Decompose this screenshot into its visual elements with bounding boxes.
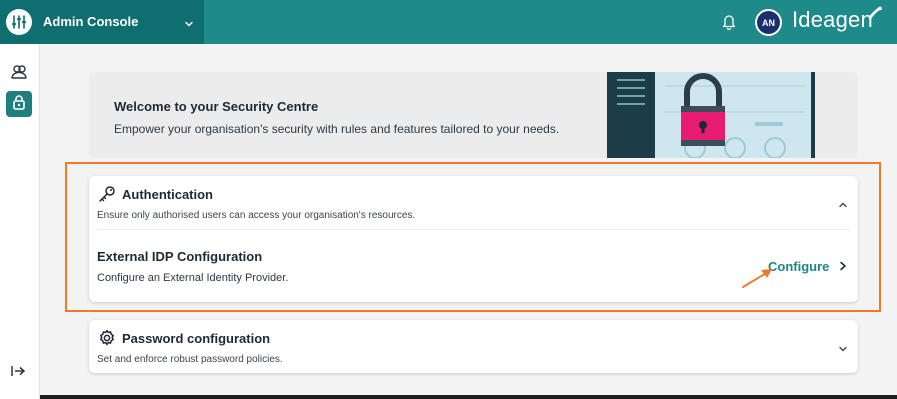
chevron-down-icon[interactable]	[838, 341, 848, 359]
admin-console-logo-icon	[6, 9, 32, 35]
sidebar-item-security[interactable]	[6, 91, 32, 117]
chevron-right-icon	[839, 259, 847, 274]
password-description: Set and enforce robust password policies…	[97, 354, 283, 365]
app-title: Admin Console	[43, 14, 139, 29]
avatar-initials: AN	[757, 11, 780, 34]
users-icon[interactable]	[10, 64, 28, 85]
brand-logo: Ideagen	[792, 7, 873, 32]
chevron-up-icon[interactable]	[838, 197, 848, 215]
app-switcher[interactable]: Admin Console	[0, 0, 204, 44]
configure-label: Configure	[768, 259, 830, 274]
chevron-down-icon	[184, 16, 194, 34]
divider	[97, 229, 850, 230]
security-illustration-icon	[605, 72, 817, 163]
expand-icon[interactable]	[10, 364, 26, 382]
external-idp-description: Configure an External Identity Provider.	[97, 272, 289, 284]
gear-icon	[98, 329, 116, 352]
password-title: Password configuration	[122, 331, 271, 346]
sidebar	[0, 44, 40, 399]
bottom-edge	[40, 395, 897, 399]
welcome-banner: Welcome to your Security Centre Empower …	[89, 72, 858, 159]
banner-title: Welcome to your Security Centre	[114, 99, 319, 114]
configure-button[interactable]: Configure	[768, 259, 847, 274]
lock-icon	[12, 94, 26, 115]
bell-icon[interactable]	[722, 13, 736, 35]
key-icon	[98, 185, 116, 208]
banner-subtitle: Empower your organisation's security wit…	[114, 122, 560, 136]
top-bar: Admin Console AN Ideagen	[0, 0, 897, 44]
brand-mark-icon	[868, 6, 882, 25]
password-card[interactable]: Password configuration Set and enforce r…	[89, 320, 858, 373]
authentication-description: Ensure only authorised users can access …	[97, 210, 416, 221]
authentication-title: Authentication	[122, 187, 213, 202]
external-idp-title: External IDP Configuration	[97, 249, 263, 264]
annotation-arrow-icon	[740, 266, 776, 295]
avatar[interactable]: AN	[755, 9, 782, 36]
